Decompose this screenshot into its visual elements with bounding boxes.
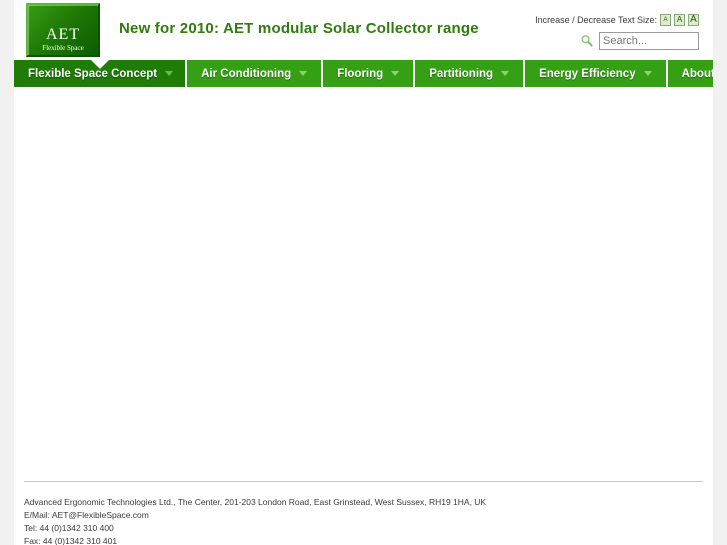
nav-item-label: Air Conditioning xyxy=(201,67,292,80)
nav-item-label: Flexible Space Concept xyxy=(28,67,158,80)
logo-title: AET xyxy=(45,26,81,43)
site-logo[interactable]: AET Flexible Space xyxy=(26,3,100,57)
chevron-down-icon xyxy=(501,71,510,76)
footer-divider xyxy=(24,481,703,482)
page-headline: New for 2010: AET modular Solar Collecto… xyxy=(119,20,479,37)
site-footer: Advanced Ergonomic Technologies Ltd., Th… xyxy=(24,496,703,545)
nav-item-label: Flooring xyxy=(337,67,384,80)
main-content-area xyxy=(14,87,713,481)
chevron-down-icon xyxy=(299,71,308,76)
footer-telephone: Tel: 44 (0)1342 310 400 xyxy=(24,523,114,533)
search-input[interactable] xyxy=(599,32,699,50)
nav-item-air-conditioning[interactable]: Air Conditioning xyxy=(187,60,324,87)
text-size-controls: Increase / Decrease Text Size: A A A xyxy=(535,14,699,26)
text-size-large-button[interactable]: A xyxy=(688,14,699,26)
chevron-down-icon xyxy=(643,71,652,76)
main-navigation: Flexible Space Concept Air Conditioning … xyxy=(14,60,713,87)
chevron-down-icon xyxy=(391,71,400,76)
page-root: AET Flexible Space New for 2010: AET mod… xyxy=(0,0,727,545)
nav-item-about-us[interactable]: About Us xyxy=(667,60,713,87)
logo-subtitle: Flexible Space xyxy=(42,44,84,52)
nav-item-flooring[interactable]: Flooring xyxy=(323,60,416,87)
text-size-small-button[interactable]: A xyxy=(660,14,671,26)
chevron-down-icon xyxy=(165,71,174,76)
footer-email[interactable]: E/Mail: AET@FlexibleSpace.com xyxy=(24,509,703,522)
nav-item-label: About Us xyxy=(681,67,713,80)
site-header: AET Flexible Space New for 2010: AET mod… xyxy=(14,0,713,60)
text-size-label: Increase / Decrease Text Size: xyxy=(535,15,657,25)
nav-item-label: Energy Efficiency xyxy=(539,67,636,80)
footer-fax: Fax: 44 (0)1342 310 401 xyxy=(24,536,118,545)
search-area xyxy=(580,32,699,50)
search-icon[interactable] xyxy=(580,34,594,48)
nav-item-label: Partitioning xyxy=(429,67,494,80)
nav-item-partitioning[interactable]: Partitioning xyxy=(415,60,526,87)
nav-item-energy-efficiency[interactable]: Energy Efficiency xyxy=(525,60,668,87)
nav-item-flexible-space-concept[interactable]: Flexible Space Concept xyxy=(14,60,188,87)
text-size-medium-button[interactable]: A xyxy=(674,14,685,26)
footer-address: Advanced Ergonomic Technologies Ltd., Th… xyxy=(24,497,487,507)
